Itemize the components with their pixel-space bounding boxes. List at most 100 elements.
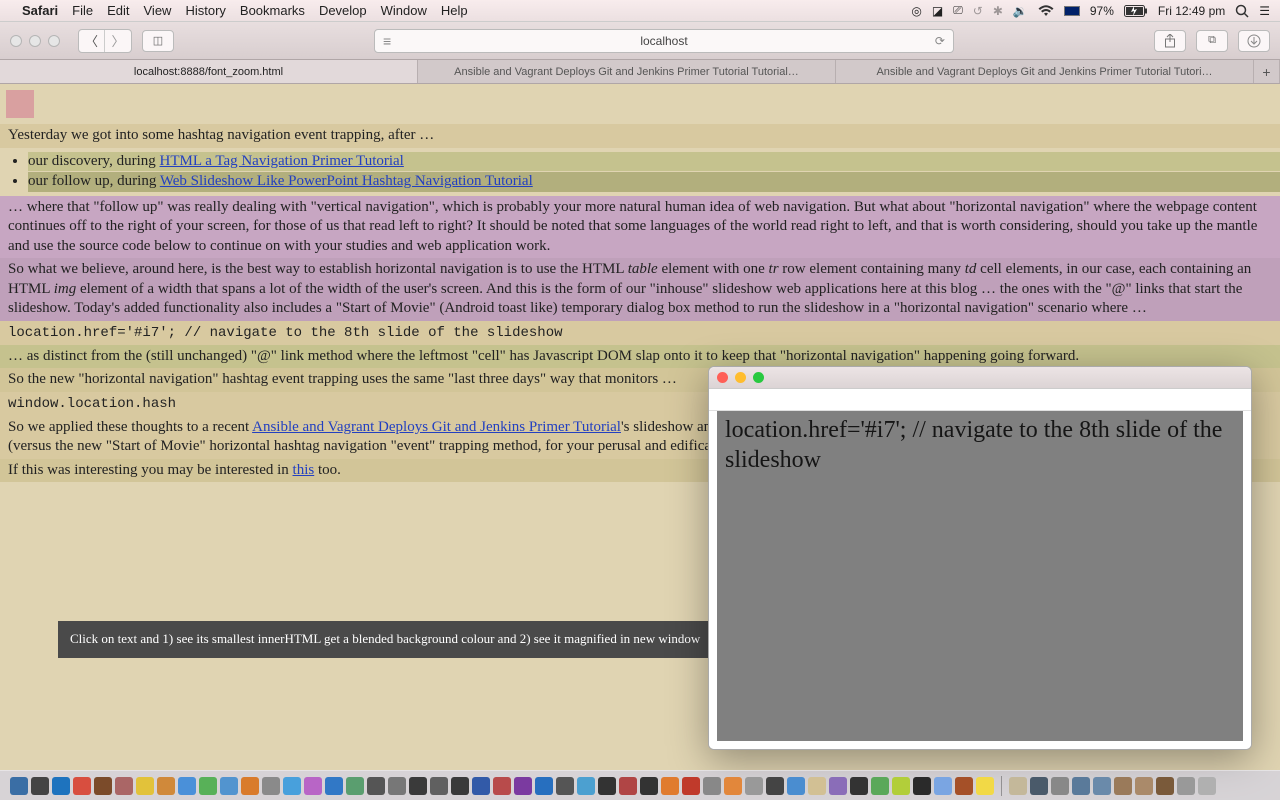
close-window[interactable] xyxy=(10,35,22,47)
dock-safari-icon[interactable] xyxy=(52,777,70,795)
link-web-slideshow[interactable]: Web Slideshow Like PowerPoint Hashtag Na… xyxy=(160,173,533,189)
flag-icon[interactable] xyxy=(1064,6,1080,16)
dock-item[interactable] xyxy=(241,777,259,795)
dock-finder-icon[interactable] xyxy=(10,777,28,795)
forward-button[interactable]: 〉 xyxy=(105,30,131,52)
close-icon[interactable] xyxy=(717,372,728,383)
downloads-button[interactable] xyxy=(1238,30,1270,52)
dock-item[interactable] xyxy=(451,777,469,795)
menu-help[interactable]: Help xyxy=(441,3,468,18)
tab-3[interactable]: Ansible and Vagrant Deploys Git and Jenk… xyxy=(836,60,1254,83)
dock-item[interactable] xyxy=(325,777,343,795)
battery-icon[interactable] xyxy=(1124,5,1148,17)
dock-item[interactable] xyxy=(1135,777,1153,795)
dock-item[interactable] xyxy=(472,777,490,795)
link-this[interactable]: this xyxy=(293,462,315,478)
popup-titlebar[interactable] xyxy=(709,367,1251,389)
dock-item[interactable] xyxy=(514,777,532,795)
dock-item[interactable] xyxy=(745,777,763,795)
dock-item[interactable] xyxy=(220,777,238,795)
volume-icon[interactable]: 🔉 xyxy=(1013,4,1028,18)
dock-item[interactable] xyxy=(1156,777,1174,795)
reload-icon[interactable]: ⟳ xyxy=(935,34,945,48)
dock-item[interactable] xyxy=(766,777,784,795)
dock-item[interactable] xyxy=(136,777,154,795)
dock-item[interactable] xyxy=(976,777,994,795)
dock-item[interactable] xyxy=(157,777,175,795)
airplay-icon[interactable]: ⎚ xyxy=(953,3,963,18)
code-block[interactable]: location.href='#i7'; // navigate to the … xyxy=(0,321,1280,345)
spotlight-icon[interactable] xyxy=(1235,4,1249,18)
dock-item[interactable] xyxy=(283,777,301,795)
dock-item[interactable] xyxy=(829,777,847,795)
menu-bookmarks[interactable]: Bookmarks xyxy=(240,3,305,18)
menu-file[interactable]: File xyxy=(72,3,93,18)
menu-view[interactable]: View xyxy=(144,3,172,18)
dock-item[interactable] xyxy=(1177,777,1195,795)
dock-item[interactable] xyxy=(682,777,700,795)
dock-item[interactable] xyxy=(430,777,448,795)
dock-item[interactable] xyxy=(724,777,742,795)
dock-item[interactable] xyxy=(955,777,973,795)
back-button[interactable]: 〈 xyxy=(79,30,105,52)
reader-icon[interactable]: ≡ xyxy=(383,33,391,49)
dock-item[interactable] xyxy=(304,777,322,795)
dock-item[interactable] xyxy=(367,777,385,795)
dock-item[interactable] xyxy=(808,777,826,795)
dock-item[interactable] xyxy=(388,777,406,795)
status-icon[interactable]: ◪ xyxy=(932,4,943,18)
dock-item[interactable] xyxy=(703,777,721,795)
dock-item[interactable] xyxy=(178,777,196,795)
dock-item[interactable] xyxy=(199,777,217,795)
dock-item[interactable] xyxy=(493,777,511,795)
dock-item[interactable] xyxy=(1009,777,1027,795)
list-item[interactable]: our follow up, during Web Slideshow Like… xyxy=(28,172,1280,192)
maximize-window[interactable] xyxy=(48,35,60,47)
new-tab-button[interactable]: + xyxy=(1254,60,1280,83)
maximize-icon[interactable] xyxy=(753,372,764,383)
dock-item[interactable] xyxy=(409,777,427,795)
dock-item[interactable] xyxy=(1030,777,1048,795)
paragraph[interactable]: Yesterday we got into some hashtag navig… xyxy=(0,124,1280,148)
wifi-icon[interactable] xyxy=(1038,5,1054,17)
dock-item[interactable] xyxy=(1093,777,1111,795)
dock-item[interactable] xyxy=(73,777,91,795)
dock-item[interactable] xyxy=(535,777,553,795)
dock-item[interactable] xyxy=(619,777,637,795)
dock[interactable] xyxy=(0,770,1280,800)
paragraph[interactable]: So what we believe, around here, is the … xyxy=(0,258,1280,321)
dock-item[interactable] xyxy=(1051,777,1069,795)
dock-item[interactable] xyxy=(892,777,910,795)
link-html-a-tag[interactable]: HTML a Tag Navigation Primer Tutorial xyxy=(160,153,404,169)
link-ansible-vagrant[interactable]: Ansible and Vagrant Deploys Git and Jenk… xyxy=(252,419,621,435)
tab-2[interactable]: Ansible and Vagrant Deploys Git and Jenk… xyxy=(418,60,836,83)
dock-item[interactable] xyxy=(934,777,952,795)
timemachine-icon[interactable]: ↺ xyxy=(973,4,983,18)
dock-item[interactable] xyxy=(871,777,889,795)
dock-item[interactable] xyxy=(1114,777,1132,795)
dock-item[interactable] xyxy=(115,777,133,795)
paragraph[interactable]: … as distinct from the (still unchanged)… xyxy=(0,345,1280,369)
dock-trash-icon[interactable] xyxy=(1198,777,1216,795)
dock-item[interactable] xyxy=(640,777,658,795)
dock-item[interactable] xyxy=(31,777,49,795)
window-controls[interactable] xyxy=(10,35,60,47)
tab-1[interactable]: localhost:8888/font_zoom.html xyxy=(0,60,418,83)
dock-item[interactable] xyxy=(850,777,868,795)
dock-item[interactable] xyxy=(556,777,574,795)
notification-icon[interactable]: ☰ xyxy=(1259,4,1270,18)
clock[interactable]: Fri 12:49 pm xyxy=(1158,4,1225,18)
dock-item[interactable] xyxy=(913,777,931,795)
dock-item[interactable] xyxy=(94,777,112,795)
menu-window[interactable]: Window xyxy=(381,3,427,18)
tabs-button[interactable]: ⧉ xyxy=(1196,30,1228,52)
dock-item[interactable] xyxy=(262,777,280,795)
share-button[interactable] xyxy=(1154,30,1186,52)
dock-item[interactable] xyxy=(346,777,364,795)
status-icon[interactable]: ◎ xyxy=(911,4,921,18)
dock-item[interactable] xyxy=(787,777,805,795)
paragraph[interactable]: … where that "follow up" was really deal… xyxy=(0,196,1280,259)
dock-item[interactable] xyxy=(598,777,616,795)
bluetooth-icon[interactable]: ✱ xyxy=(993,4,1003,18)
list-item[interactable]: our discovery, during HTML a Tag Navigat… xyxy=(28,152,1280,172)
